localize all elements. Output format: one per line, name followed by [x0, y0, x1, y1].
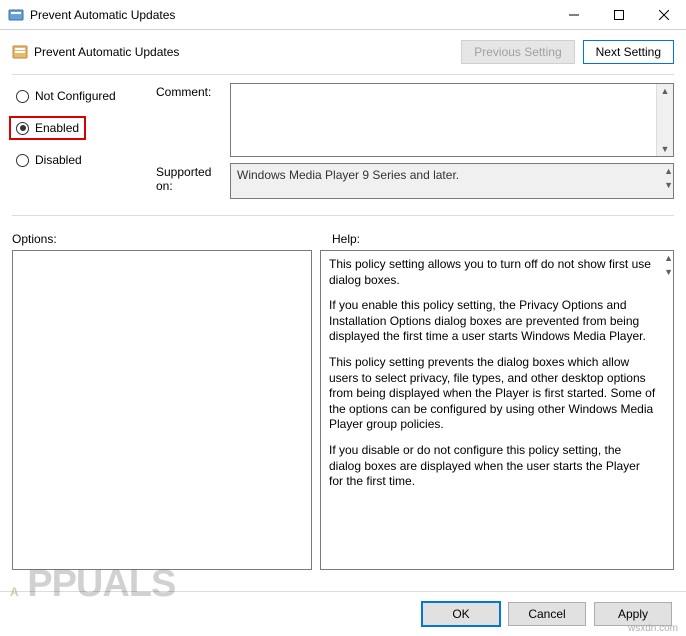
scrollbar[interactable]: ▲ ▼ — [664, 164, 673, 198]
radio-icon — [16, 122, 29, 135]
supported-on-text: Windows Media Player 9 Series and later. — [231, 164, 664, 198]
scroll-up-icon[interactable]: ▲ — [664, 164, 673, 178]
maximize-button[interactable] — [596, 0, 641, 29]
help-paragraph: If you disable or do not configure this … — [329, 443, 656, 490]
state-radio-group: Not Configured Enabled Disabled — [12, 83, 152, 169]
policy-icon — [12, 44, 28, 60]
scroll-up-icon[interactable]: ▲ — [664, 251, 673, 265]
policy-title: Prevent Automatic Updates — [34, 45, 453, 59]
previous-setting-button[interactable]: Previous Setting — [461, 40, 574, 64]
radio-icon — [16, 154, 29, 167]
ok-button[interactable]: OK — [422, 602, 500, 626]
help-paragraph: This policy setting prevents the dialog … — [329, 355, 656, 433]
divider — [12, 74, 674, 75]
scroll-up-icon[interactable]: ▲ — [657, 84, 673, 98]
header-row: Prevent Automatic Updates Previous Setti… — [0, 30, 686, 70]
panes-header: Options: Help: — [0, 224, 686, 250]
options-pane — [12, 250, 312, 570]
radio-label: Enabled — [35, 121, 79, 135]
footer: OK Cancel Apply — [0, 591, 686, 636]
scrollbar[interactable]: ▲ ▼ — [656, 84, 673, 156]
supported-label: Supported on: — [156, 163, 226, 193]
radio-label: Not Configured — [35, 89, 116, 103]
radio-label: Disabled — [35, 153, 82, 167]
title-bar: Prevent Automatic Updates — [0, 0, 686, 30]
help-text[interactable]: This policy setting allows you to turn o… — [321, 251, 664, 569]
radio-enabled[interactable]: Enabled — [12, 119, 83, 137]
apply-button[interactable]: Apply — [594, 602, 672, 626]
close-button[interactable] — [641, 0, 686, 29]
help-label: Help: — [332, 232, 674, 246]
scroll-down-icon[interactable]: ▼ — [657, 142, 673, 156]
app-icon — [8, 7, 24, 23]
minimize-button[interactable] — [551, 0, 596, 29]
help-pane: This policy setting allows you to turn o… — [320, 250, 674, 570]
options-label: Options: — [12, 232, 332, 246]
radio-icon — [16, 90, 29, 103]
window-title: Prevent Automatic Updates — [30, 8, 551, 22]
scrollbar[interactable]: ▲ ▼ — [664, 251, 673, 569]
next-setting-button[interactable]: Next Setting — [583, 40, 674, 64]
supported-on-box: Windows Media Player 9 Series and later.… — [230, 163, 674, 199]
divider — [12, 215, 674, 216]
scroll-down-icon[interactable]: ▼ — [664, 265, 673, 279]
comment-textarea[interactable]: ▲ ▼ — [230, 83, 674, 157]
scroll-down-icon[interactable]: ▼ — [664, 178, 673, 192]
comment-label: Comment: — [156, 83, 226, 99]
help-paragraph: If you enable this policy setting, the P… — [329, 298, 656, 345]
panes: This policy setting allows you to turn o… — [0, 250, 686, 570]
help-paragraph: This policy setting allows you to turn o… — [329, 257, 656, 288]
cancel-button[interactable]: Cancel — [508, 602, 586, 626]
comment-text — [231, 84, 656, 156]
radio-not-configured[interactable]: Not Configured — [12, 87, 152, 105]
radio-disabled[interactable]: Disabled — [12, 151, 152, 169]
config-area: Not Configured Enabled Disabled Comment:… — [0, 83, 686, 205]
